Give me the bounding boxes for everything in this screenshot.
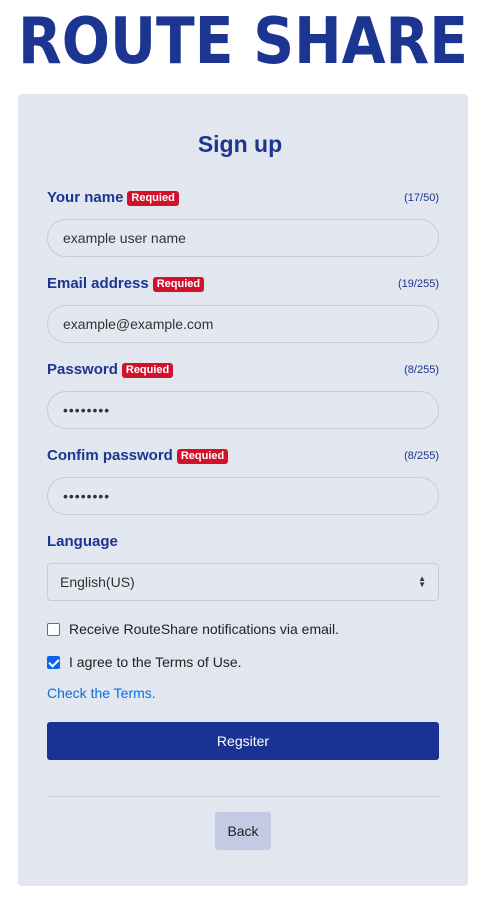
logo-graphic: ROUTE SHARE (18, 8, 469, 68)
password-input[interactable] (47, 391, 439, 429)
email-input[interactable] (47, 305, 439, 343)
terms-checkbox[interactable] (47, 655, 60, 669)
name-label-text: Your name (47, 189, 124, 206)
notifications-checkbox-row[interactable]: Receive RouteShare notifications via ema… (47, 619, 339, 639)
password-char-counter: (8/255) (404, 364, 439, 376)
required-badge: Requied (127, 190, 179, 206)
required-badge: Requied (176, 448, 229, 464)
confirm-password-label-text: Confim password (47, 447, 173, 464)
password-label: Password Requied (47, 360, 174, 380)
password-label-text: Password (47, 361, 118, 378)
email-label: Email address Requied (47, 274, 205, 294)
confirm-password-input[interactable] (47, 477, 439, 515)
password-label-row: Password Requied (8/255) (47, 360, 439, 380)
required-badge: Requied (121, 362, 174, 378)
divider (47, 796, 439, 797)
logo-text: ROUTE SHARE (18, 8, 468, 68)
terms-checkbox-row[interactable]: I agree to the Terms of Use. (47, 652, 242, 672)
back-button[interactable]: Back (215, 812, 271, 850)
route-share-logo: ROUTE SHARE (18, 8, 470, 68)
terms-checkbox-label: I agree to the Terms of Use. (69, 654, 242, 670)
email-label-row: Email address Requied (19/255) (47, 274, 439, 294)
name-char-counter: (17/50) (404, 192, 439, 204)
name-label: Your name Requied (47, 188, 179, 208)
required-badge: Requied (152, 276, 205, 292)
confirm-password-char-counter: (8/255) (404, 450, 439, 462)
language-label-row: Language (47, 532, 439, 552)
confirm-password-label: Confim password Requied (47, 446, 229, 466)
register-button[interactable]: Regsiter (47, 722, 439, 760)
notifications-checkbox-label: Receive RouteShare notifications via ema… (69, 621, 340, 637)
select-arrows-icon: ▲ ▼ (418, 574, 426, 589)
check-terms-link[interactable]: Check the Terms. (47, 685, 156, 701)
language-label: Language (47, 533, 118, 550)
name-label-row: Your name Requied (17/50) (47, 188, 439, 208)
confirm-password-label-row: Confim password Requied (8/255) (47, 446, 439, 466)
email-label-text: Email address (47, 275, 149, 292)
language-selected-value: English(US) (60, 574, 135, 590)
language-select[interactable]: English(US) ▲ ▼ (47, 563, 439, 601)
email-char-counter: (19/255) (398, 278, 439, 290)
page-title: Sign up (197, 131, 283, 157)
notifications-checkbox[interactable] (47, 622, 60, 636)
name-input[interactable] (47, 219, 439, 257)
